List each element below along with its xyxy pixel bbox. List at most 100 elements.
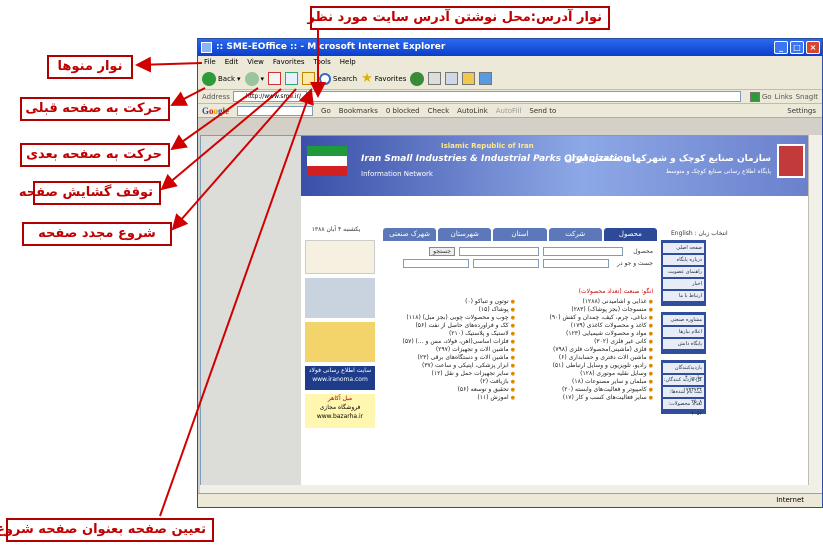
address-input-field[interactable] — [309, 91, 741, 102]
category-item[interactable]: فلزات اساسی(آهن، فولاد، مس و ...) (۵۷) — [383, 338, 515, 346]
category-item[interactable]: سایر فعالیت‌های کسب و کار (۱۷) — [521, 394, 653, 402]
sendto-button[interactable]: Send to — [529, 107, 556, 115]
autolink-button[interactable]: AutoLink — [457, 107, 488, 115]
category-item[interactable]: ماشین آلات دفتری و حسابداری (۶) — [521, 354, 653, 362]
minimize-button[interactable]: _ — [774, 41, 788, 54]
menu-knowledge[interactable]: پایگاه دانش — [663, 339, 704, 349]
refresh-icon[interactable] — [285, 72, 299, 85]
search-button[interactable]: جستجو — [429, 247, 455, 256]
category-item[interactable]: ماشین آلات و دستگاه‌های برقی (۲۳) — [383, 354, 515, 362]
tab-province[interactable]: استان — [493, 228, 547, 241]
menu-file[interactable]: File — [204, 56, 216, 68]
google-search-input[interactable] — [237, 105, 314, 116]
category-item[interactable]: توتون و تنباکو (۰) — [383, 298, 515, 306]
horizontal-scrollbar[interactable] — [200, 485, 810, 493]
tab-industrial-park[interactable]: شهرک صنعتی — [382, 228, 437, 241]
tab-product[interactable]: محصول — [603, 228, 657, 241]
page-content: Islamic Republic of Iran Iran Small Indu… — [200, 135, 810, 493]
close-button[interactable]: × — [806, 41, 820, 54]
menu-favorites[interactable]: Favorites — [273, 56, 305, 68]
stats-box: بازدیدکنندگان جاری: ۴ کل بازدید کنندگان:… — [661, 360, 706, 417]
autofill-button[interactable]: AutoFill — [496, 107, 522, 115]
menu-tools[interactable]: Tools — [314, 56, 331, 68]
vertical-scrollbar[interactable] — [808, 135, 822, 493]
category-column-left: توتون و تنباکو (۰) پوشاک (۱۵) چوب و محصو… — [383, 298, 515, 402]
category-item[interactable]: کاغذ و محصولات کاغذی (۱۷۹) — [521, 322, 653, 330]
maximize-button[interactable]: □ — [790, 41, 804, 54]
menu-about[interactable]: درباره پایگاه — [663, 255, 704, 265]
right-sidebar: صفحه اصلی درباره پایگاه راهنمای عضویت اخ… — [661, 240, 706, 420]
category-item[interactable]: رادیو، تلویزیون و وسایل ارتباطی (۵۱) — [521, 362, 653, 370]
park-select[interactable] — [403, 259, 469, 268]
tab-company[interactable]: شرکت — [548, 228, 602, 241]
category-item[interactable]: پوشاک (۱۵) — [383, 306, 515, 314]
ad-food[interactable] — [305, 322, 375, 362]
stat-registered: ثبت نام شده‌ها: ۲۵۰۸ — [663, 387, 704, 405]
ad-shop[interactable]: مبل آکاهر فروشگاه مجازی www.bazarha.ir — [305, 394, 375, 428]
category-item[interactable]: وسایل نقلیه موتوری (۱۲۸) — [521, 370, 653, 378]
ad-steel[interactable]: سایت اطلاع رسانی فولاد www.iranoma.com — [305, 366, 375, 390]
category-item[interactable]: لاستیک و پلاستیک (۲۱۰) — [383, 330, 515, 338]
links-label[interactable]: Links — [775, 93, 793, 101]
popup-blocked-label[interactable]: 0 blocked — [386, 107, 420, 115]
favorites-button[interactable]: ★ Favorites — [361, 71, 406, 86]
category-item[interactable]: ابزار پزشکی، اپتیکی و ساعت (۳۷) — [383, 362, 515, 370]
print-icon[interactable] — [445, 72, 459, 85]
go-button[interactable]: Go — [749, 91, 772, 102]
category-item[interactable]: مواد و محصولات شیمیایی (۱۲۳) — [521, 330, 653, 338]
category-item[interactable]: سایر تجهیزات حمل و نقل (۱۲) — [383, 370, 515, 378]
menu-edit[interactable]: Edit — [225, 56, 239, 68]
category-item[interactable]: کامپیوتر و فعالیت‌های وابسته (۲۰) — [521, 386, 653, 394]
category-item[interactable]: ماشین آلات و تجهیزات (۲۹۷) — [383, 346, 515, 354]
forward-button[interactable]: ▾ — [244, 71, 264, 86]
menu-contact[interactable]: ارتباط با ما — [663, 291, 704, 301]
site-banner: Islamic Republic of Iran Iran Small Indu… — [301, 136, 809, 196]
category-item[interactable]: بازیافت (۲) — [383, 378, 515, 386]
menu-consulting[interactable]: مشاوره صنعتی — [663, 315, 704, 325]
language-select[interactable]: انتخاب زبان : English — [671, 230, 728, 237]
back-button[interactable]: Back ▾ — [202, 71, 241, 86]
province-select[interactable] — [543, 259, 609, 268]
category-heading: انگو: صنعت (تعداد محصولات) — [578, 288, 653, 295]
snagit-button[interactable]: SnagIt — [796, 93, 818, 101]
category-item[interactable]: دباغی، چرم، کیف، چمدان و کفش (۹۰) — [521, 314, 653, 322]
category-item[interactable]: کک و فرآورده‌های حاصل از نفت (۵۶) — [383, 322, 515, 330]
ad-building[interactable] — [305, 278, 375, 318]
tab-city[interactable]: شهرستان — [438, 228, 492, 241]
category-item[interactable]: چوب و محصولات چوبی (بجز مبل) (۱۱۸) — [383, 314, 515, 322]
window-title: :: SME-EOffice :: - Microsoft Internet E… — [216, 42, 446, 52]
category-item[interactable]: غذایی و آشامیدنی (۱۲۸۸) — [521, 298, 653, 306]
ie-icon — [201, 42, 212, 53]
menu-help[interactable]: Help — [340, 56, 356, 68]
menu-home[interactable]: صفحه اصلی — [663, 243, 704, 253]
category-item[interactable]: کانی غیر فلزی (۳۰۲) — [521, 338, 653, 346]
mail-icon[interactable] — [428, 72, 442, 85]
search-button[interactable]: Search — [319, 72, 357, 85]
menu-news[interactable]: اخبار — [663, 279, 704, 289]
services-box: مشاوره صنعتی اعلام نیازها پایگاه دانش — [661, 312, 706, 354]
city-select[interactable] — [473, 259, 539, 268]
category-item[interactable]: مبلمان و سایر مصنوعات (۱۸) — [521, 378, 653, 386]
category-item[interactable]: فلزی (ماشینی)محصولات فلزی (۷۹۸) — [521, 346, 653, 354]
address-input[interactable]: http://www.sme.ir/ — [232, 91, 307, 102]
search-label-within: جست و جو در — [617, 260, 653, 267]
category-item[interactable]: تحقیق و توسعه (۵۶) — [383, 386, 515, 394]
menu-needs[interactable]: اعلام نیازها — [663, 327, 704, 337]
folder-icon[interactable] — [462, 72, 476, 85]
google-logo: Google — [202, 105, 230, 116]
history-icon[interactable] — [410, 71, 425, 86]
product-input[interactable] — [543, 247, 623, 256]
ad-industry-logo[interactable] — [305, 240, 375, 274]
sector-select[interactable] — [459, 247, 539, 256]
settings-button[interactable]: Settings — [787, 107, 816, 115]
menu-membership-guide[interactable]: راهنمای عضویت — [663, 267, 704, 277]
messenger-icon[interactable] — [479, 72, 493, 85]
stop-icon[interactable] — [268, 72, 282, 85]
check-button[interactable]: Check — [428, 107, 450, 115]
bookmarks-button[interactable]: Bookmarks — [339, 107, 378, 115]
google-go-button[interactable]: Go — [321, 107, 331, 115]
home-icon[interactable] — [302, 72, 316, 85]
category-item[interactable]: منسوجات (بجز پوشاک) (۲۸۳) — [521, 306, 653, 314]
menu-view[interactable]: View — [247, 56, 264, 68]
category-item[interactable]: آموزش (۱۱) — [383, 394, 515, 402]
